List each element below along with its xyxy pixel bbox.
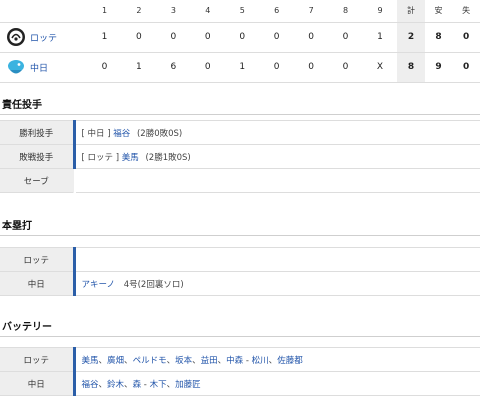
inning-score: 0 — [293, 52, 329, 83]
battery-team-chunichi: 中日 — [0, 371, 74, 396]
inning-score: 0 — [293, 22, 329, 53]
score-row-chunichi: 中日 0 1 6 0 1 0 0 0 X 8 9 0 — [0, 52, 480, 83]
battery-player-link[interactable]: 美馬 — [82, 356, 99, 366]
runs-header: 計 — [397, 0, 425, 23]
inning-header: 9 — [362, 0, 398, 23]
battery-player-link[interactable]: 佐藤都 — [277, 356, 303, 366]
win-team: [ 中日 ] — [81, 128, 111, 139]
section-divider — [0, 336, 480, 337]
score-row-lotte: ロッテ 1 0 0 0 0 0 0 0 1 2 8 0 — [0, 22, 480, 53]
loss-pitcher-row: 敗戦投手 [ ロッテ ] 美馬 (2勝1敗0S) — [0, 144, 480, 169]
inning-header: 3 — [156, 0, 191, 23]
inning-score: 1 — [87, 22, 122, 53]
homerun-player-link[interactable]: アキーノ — [82, 280, 116, 290]
inning-score: 1 — [121, 52, 157, 83]
battery-section-title: バッテリー — [2, 322, 52, 333]
total-errors: 0 — [452, 22, 480, 53]
homerun-team-chunichi: 中日 — [0, 271, 74, 296]
hits-header: 安 — [424, 0, 453, 23]
inning-header: 5 — [225, 0, 260, 23]
loss-record: (2勝1敗0S) — [145, 152, 191, 163]
lotte-logo-icon — [6, 27, 26, 47]
scoreboard: 1 2 3 4 5 6 7 8 9 計 安 失 ロッテ 1 0 0 0 0 0 … — [0, 0, 480, 83]
homeruns-section-title: 本塁打 — [2, 221, 32, 232]
homerun-row-lotte: ロッテ — [0, 247, 480, 272]
win-pitcher-label: 勝利投手 — [0, 120, 74, 145]
loss-team: [ ロッテ ] — [81, 152, 120, 163]
battery-player-link[interactable]: ペルドモ — [133, 356, 167, 366]
total-hits: 9 — [424, 52, 453, 83]
win-pitcher-link[interactable]: 福谷 — [113, 129, 130, 139]
total-runs: 8 — [397, 52, 425, 83]
win-pitcher-row: 勝利投手 [ 中日 ] 福谷 (2勝0敗0S) — [0, 120, 480, 145]
battery-player-link[interactable]: 中森 — [226, 356, 243, 366]
inning-score: 0 — [156, 22, 191, 53]
inning-score: 0 — [259, 52, 294, 83]
inning-header: 8 — [328, 0, 363, 23]
inning-score: 0 — [190, 52, 226, 83]
battery-table: ロッテ 美馬、廣畑、ペルドモ、坂本、益田、中森 - 松川、佐藤都 中日 福谷、鈴… — [0, 347, 480, 396]
team-name-lotte[interactable]: ロッテ — [30, 31, 57, 44]
section-divider — [0, 114, 480, 115]
battery-player-link[interactable]: 益田 — [201, 356, 218, 366]
save-pitcher-value — [74, 168, 480, 193]
battery-player-link[interactable]: 廣畑 — [107, 356, 124, 366]
total-hits: 8 — [424, 22, 453, 53]
save-pitcher-label: セーブ — [0, 168, 74, 193]
inning-header: 2 — [121, 0, 157, 23]
loss-pitcher-label: 敗戦投手 — [0, 144, 74, 169]
homerun-row-chunichi: 中日 アキーノ 4号(2回裏ソロ) — [0, 271, 480, 296]
pitchers-table: 勝利投手 [ 中日 ] 福谷 (2勝0敗0S) 敗戦投手 [ ロッテ ] 美馬 … — [0, 120, 480, 193]
inning-score: 1 — [225, 52, 260, 83]
inning-score: 0 — [87, 52, 122, 83]
inning-score: 0 — [259, 22, 294, 53]
total-errors: 0 — [452, 52, 480, 83]
inning-score: 6 — [156, 52, 191, 83]
scoreboard-header: 1 2 3 4 5 6 7 8 9 計 安 失 — [0, 0, 480, 23]
battery-row-chunichi: 中日 福谷、鈴木、森 - 木下、加藤匠 — [0, 371, 480, 396]
battery-row-lotte: ロッテ 美馬、廣畑、ペルドモ、坂本、益田、中森 - 松川、佐藤都 — [0, 347, 480, 372]
inning-header: 7 — [293, 0, 329, 23]
chunichi-logo-icon — [6, 57, 26, 77]
battery-player-link[interactable]: 鈴木 — [107, 380, 124, 390]
inning-score: 1 — [362, 22, 398, 53]
inning-score: 0 — [328, 52, 363, 83]
battery-team-lotte: ロッテ — [0, 347, 74, 372]
win-record: (2勝0敗0S) — [136, 128, 183, 139]
inning-score: X — [362, 52, 398, 83]
save-pitcher-row: セーブ — [0, 168, 480, 193]
battery-player-link[interactable]: 木下 — [150, 380, 167, 390]
team-name-chunichi[interactable]: 中日 — [30, 61, 48, 74]
loss-pitcher-link[interactable]: 美馬 — [122, 153, 139, 163]
total-runs: 2 — [397, 22, 425, 53]
inning-header: 4 — [190, 0, 226, 23]
pitchers-section-title: 責任投手 — [2, 100, 42, 111]
inning-score: 0 — [328, 22, 363, 53]
battery-player-link[interactable]: 松川 — [252, 356, 269, 366]
inning-header: 1 — [87, 0, 122, 23]
homerun-team-lotte: ロッテ — [0, 247, 74, 272]
inning-header: 6 — [259, 0, 294, 23]
battery-player-link[interactable]: 森 — [133, 380, 142, 390]
inning-score: 0 — [225, 22, 260, 53]
homeruns-table: ロッテ 中日 アキーノ 4号(2回裏ソロ) — [0, 247, 480, 296]
battery-player-link[interactable]: 加藤匠 — [175, 380, 201, 390]
homerun-value-lotte — [72, 247, 480, 272]
battery-player-link[interactable]: 坂本 — [175, 356, 192, 366]
errors-header: 失 — [452, 0, 480, 23]
inning-score: 0 — [121, 22, 157, 53]
inning-score: 0 — [190, 22, 226, 53]
section-divider — [0, 235, 480, 236]
battery-player-link[interactable]: 福谷 — [82, 380, 99, 390]
homerun-detail: 4号(2回裏ソロ) — [123, 279, 184, 290]
